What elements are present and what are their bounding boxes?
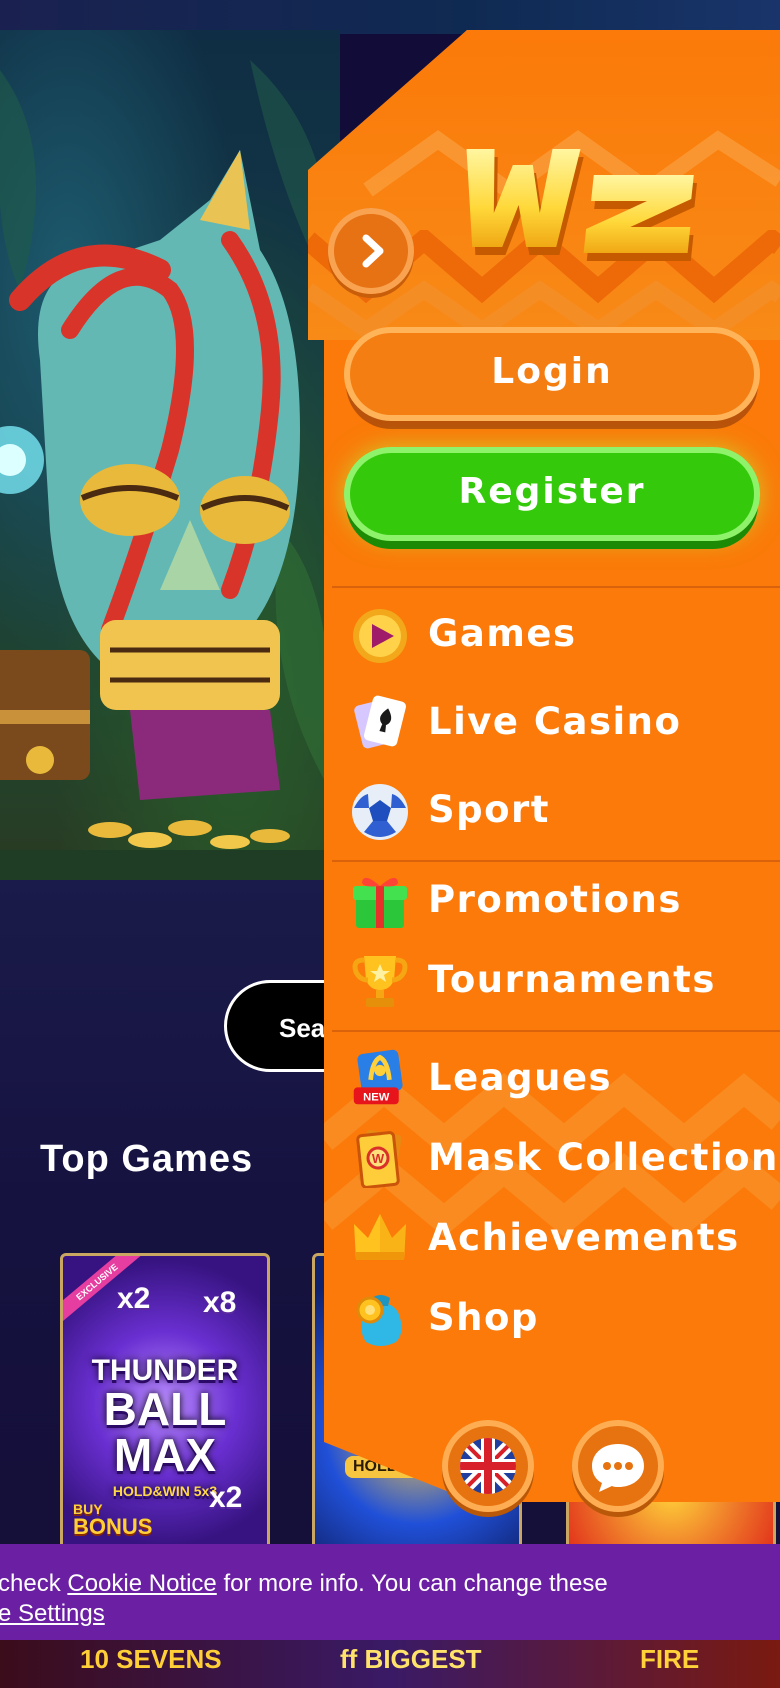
menu-item-label: Live Casino — [428, 700, 682, 743]
menu-item-label: Leagues — [428, 1056, 613, 1099]
mask-card-icon: W — [356, 1129, 402, 1188]
search-label: Sea — [279, 1013, 326, 1043]
menu-item-sport[interactable]: Sport — [350, 776, 780, 846]
game-tile-title: 10 SEVENS — [80, 1644, 222, 1674]
game-tile-title: ff BIGGEST — [340, 1644, 482, 1674]
menu-item-achievements[interactable]: Achievements — [350, 1204, 780, 1274]
cookie-settings-link[interactable]: e Settings — [0, 1600, 105, 1627]
uk-flag-icon — [460, 1438, 516, 1494]
menu-item-tournaments[interactable]: Tournaments — [350, 946, 780, 1016]
game-tile-title: THUNDER BALL MAX HOLD&WIN 5x3 — [91, 1354, 239, 1499]
game-tile-title: FIRE — [640, 1644, 700, 1674]
game-tile-thunder-ball-max[interactable]: EXCLUSIVE x2 x8 THUNDER BALL MAX HOLD&WI… — [60, 1253, 270, 1553]
menu-item-label: Tournaments — [428, 958, 716, 1001]
more-game-tiles-row: 10 SEVENS ff BIGGEST FIRE — [0, 1640, 780, 1688]
buy-bonus-badge: BUY BONUS — [73, 1501, 153, 1539]
wz-logo — [466, 149, 697, 261]
menu-item-live-casino[interactable]: Live Casino — [350, 688, 780, 758]
menu-item-label: Shop — [428, 1296, 539, 1339]
section-title-top-games: Top Games — [40, 1138, 254, 1180]
new-badge: NEW — [363, 1092, 390, 1104]
menu-item-label: Achievements — [428, 1216, 740, 1259]
cookie-text-line: check Cookie Notice for more info. You c… — [0, 1570, 608, 1597]
menu-divider — [332, 586, 780, 588]
cookie-text-line: e Settings — [0, 1600, 105, 1628]
coin-bag-icon — [356, 1295, 402, 1346]
menu-divider — [332, 1030, 780, 1032]
tiki-mask-illustration — [0, 60, 340, 880]
menu-divider — [332, 860, 780, 862]
soccer-ball-icon — [352, 784, 408, 840]
crown-icon — [354, 1214, 406, 1260]
language-button[interactable] — [442, 1420, 534, 1512]
login-button[interactable]: Login — [350, 333, 754, 415]
hero-banner[interactable] — [0, 30, 340, 880]
multiplier-label: x2 — [209, 1481, 243, 1514]
menu-item-label: Games — [428, 612, 577, 655]
multiplier-label: x8 — [203, 1286, 237, 1319]
play-icon — [353, 609, 407, 663]
chat-support-button[interactable] — [572, 1420, 664, 1512]
menu-item-games[interactable]: Games — [350, 600, 780, 670]
menu-item-label: Sport — [428, 788, 550, 831]
chat-icon — [592, 1444, 644, 1492]
cards-icon — [354, 695, 406, 749]
svg-text:W: W — [372, 1151, 385, 1166]
menu-item-mask-collection[interactable]: W Mask Collection — [350, 1124, 780, 1194]
menu-item-shop[interactable]: Shop — [350, 1284, 780, 1354]
chevron-right-icon — [362, 234, 384, 268]
collapse-menu-button[interactable] — [328, 208, 414, 294]
multiplier-label: x2 — [117, 1282, 151, 1315]
trophy-icon — [352, 956, 408, 1007]
menu-item-label: Promotions — [428, 878, 682, 921]
gift-icon — [353, 877, 407, 928]
top-bar-background — [0, 0, 780, 34]
menu-item-promotions[interactable]: Promotions — [350, 866, 780, 936]
menu-item-label: Mask Collection — [428, 1136, 779, 1179]
cookie-notice-link[interactable]: Cookie Notice — [67, 1570, 216, 1597]
menu-item-leagues[interactable]: NEW Leagues — [350, 1044, 780, 1114]
register-button[interactable]: Register — [350, 453, 754, 535]
leagues-icon: NEW — [353, 1049, 403, 1105]
cookie-notice-bar: check Cookie Notice for more info. You c… — [0, 1544, 780, 1640]
